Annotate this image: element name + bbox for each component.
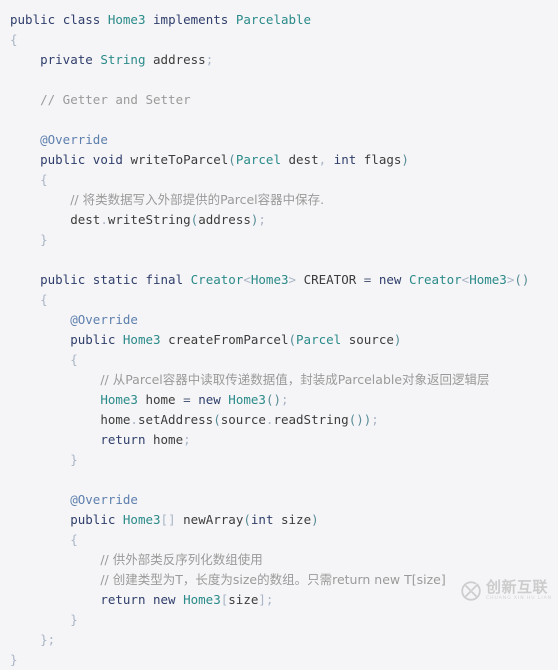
code-line: // Getter and Setter [40,92,191,107]
code-line: public static final Creator<Home3> CREAT… [40,272,530,287]
code-line: { [40,292,48,307]
code-line: @Override [70,312,138,327]
code-line: public Home3 createFromParcel(Parcel sou… [70,332,402,347]
code-block: public class Home3 implements Parcelable… [0,0,558,667]
code-line: return home; [100,432,191,447]
code-line: public Home3[] newArray(int size) [70,512,319,527]
code-line: @Override [40,132,108,147]
code-line: home.setAddress(source.readString()); [100,412,379,427]
code-line: // 供外部类反序列化数组使用 [100,552,263,567]
code-line: Home3 home = new Home3(); [100,392,289,407]
code-line: { [70,352,78,367]
code-line: } [40,232,48,247]
code-line: { [10,32,18,47]
code-line: @Override [70,492,138,507]
code-line: public void writeToParcel(Parcel dest, i… [40,152,409,167]
code-line: }; [40,632,56,647]
code-line: dest.writeString(address); [70,212,266,227]
code-line: } [70,452,78,467]
code-line: // 将类数据写入外部提供的Parcel容器中保存. [70,192,325,207]
code-line: return new Home3[size]; [100,592,274,607]
code-line: { [70,532,78,547]
code-line: } [10,652,18,667]
code-line: // 从Parcel容器中读取传递数据值，封装成Parcelable对象返回逻辑… [100,372,490,387]
code-line: { [40,172,48,187]
code-line: private String address; [40,52,214,67]
code-line: public class Home3 implements Parcelable [10,12,312,27]
code-line: } [70,612,78,627]
code-line: // 创建类型为T，长度为size的数组。只需return new T[size… [100,572,446,587]
